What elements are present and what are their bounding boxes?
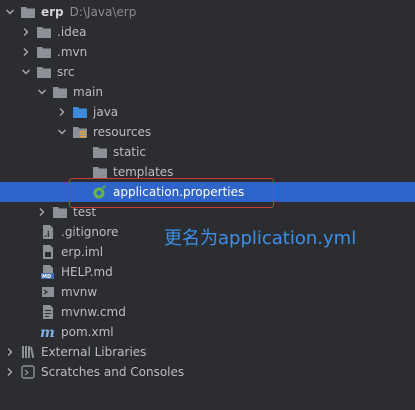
rename-annotation: 更名为application.yml [164,228,357,249]
svg-text:m: m [40,325,55,340]
tree-item-label: resources [93,125,152,139]
tree-row-external-libraries[interactable]: External Libraries [0,342,415,362]
tree-item-label: .mvn [57,45,88,59]
tree-item-label: static [113,145,146,159]
svg-text:.i: .i [44,230,50,239]
tree-row-static[interactable]: static [0,142,415,162]
tree-row-resources[interactable]: resources [0,122,415,142]
gitignore-file-icon: .i [40,224,56,240]
tree-item-label: erp.iml [61,245,104,259]
highlight-box [69,178,274,208]
chevron-right-icon[interactable] [20,42,32,62]
tree-row-mvnw[interactable]: mvnw [0,282,415,302]
tree-row-pom-xml[interactable]: m pom.xml [0,322,415,342]
tree-item-label: .idea [57,25,87,39]
tree-item-label: External Libraries [41,345,147,359]
tree-item-label: mvnw.cmd [61,305,126,319]
module-file-icon [40,244,56,260]
chevron-right-icon[interactable] [36,202,48,222]
tree-item-label: java [93,105,119,119]
tree-item-label: mvnw [61,285,98,299]
maven-icon: m [40,324,56,340]
tree-item-label: HELP.md [61,265,113,279]
chevron-down-icon[interactable] [36,82,48,102]
folder-icon [52,204,68,220]
tree-row-scratches[interactable]: Scratches and Consoles [0,362,415,382]
tree-row-help-md[interactable]: MD HELP.md [0,262,415,282]
chevron-right-icon[interactable] [20,22,32,42]
tree-item-label: pom.xml [61,325,114,339]
project-name: erp [41,5,64,19]
folder-icon [36,24,52,40]
folder-icon [52,84,68,100]
chevron-down-icon[interactable] [56,122,68,142]
chevron-right-icon[interactable] [56,102,68,122]
markdown-file-icon: MD [40,264,56,280]
tree-row-idea[interactable]: .idea [0,22,415,42]
tree-item-label: templates [113,165,174,179]
chevron-down-icon[interactable] [20,62,32,82]
tree-row-mvn[interactable]: .mvn [0,42,415,62]
tree-row-erp[interactable]: erp D:\Java\erp [0,2,415,22]
scratches-icon [20,364,36,380]
tree-row-java[interactable]: java [0,102,415,122]
project-path: D:\Java\erp [69,5,137,19]
tree-item-label: src [57,65,75,79]
tree-row-src[interactable]: src [0,62,415,82]
tree-row-mvnw-cmd[interactable]: mvnw.cmd [0,302,415,322]
tree-item-label: main [73,85,103,99]
tree-item-label: .gitignore [61,225,119,239]
source-folder-icon [72,104,88,120]
folder-icon [20,4,36,20]
svg-text:MD: MD [42,274,51,280]
chevron-down-icon[interactable] [4,2,16,22]
folder-icon [36,64,52,80]
script-file-icon [40,284,56,300]
tree-item-label: Scratches and Consoles [41,365,185,379]
folder-icon [36,44,52,60]
tree-row-main[interactable]: main [0,82,415,102]
chevron-right-icon[interactable] [4,362,16,382]
folder-icon [92,144,108,160]
text-file-icon [40,304,56,320]
chevron-right-icon[interactable] [4,342,16,362]
resources-folder-icon [72,124,88,140]
library-icon [20,344,36,360]
